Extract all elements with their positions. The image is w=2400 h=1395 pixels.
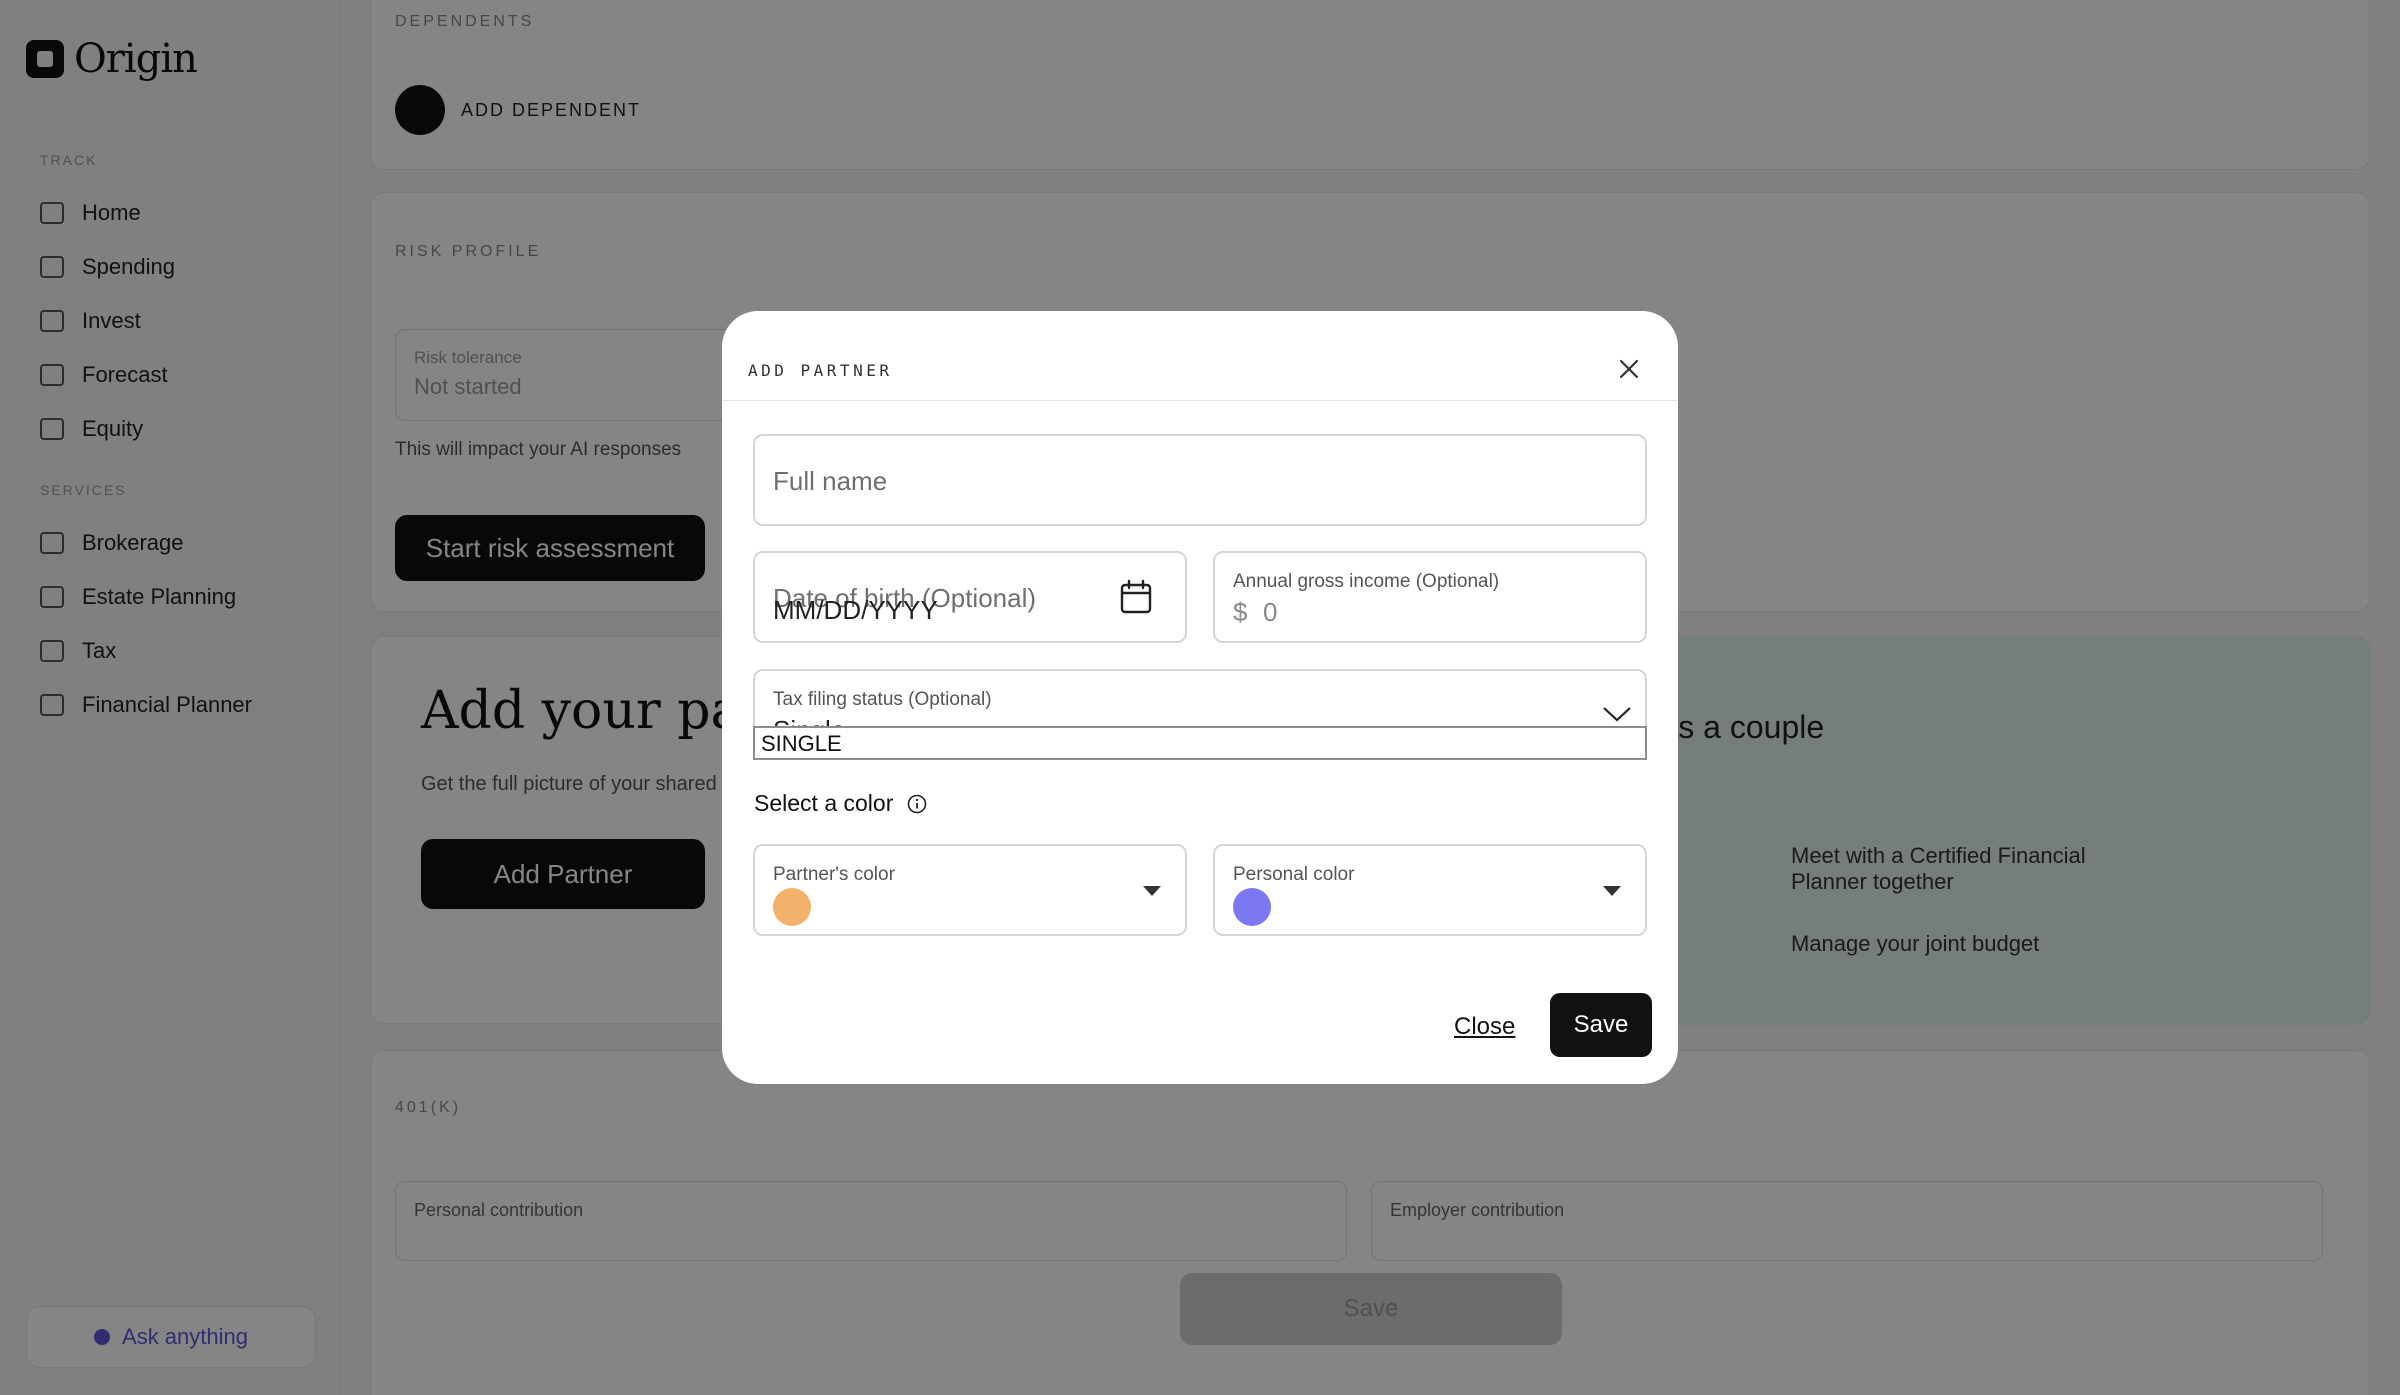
partner-color-label: Partner's color: [773, 864, 895, 885]
full-name-placeholder: Full name: [773, 466, 888, 496]
date-of-birth-field[interactable]: Date of birth (Optional) MM/DD/YYYY: [753, 551, 1187, 643]
personal-color-label: Personal color: [1233, 864, 1355, 885]
tax-filing-status-label: Tax filing status (Optional): [773, 689, 992, 710]
personal-color-select[interactable]: Personal color: [1213, 844, 1647, 936]
info-icon[interactable]: [907, 794, 927, 814]
partner-color-swatch: [773, 888, 811, 926]
currency-symbol: $: [1233, 597, 1248, 627]
date-of-birth-format: MM/DD/YYYY: [773, 595, 938, 625]
annual-income-value: 0: [1263, 597, 1278, 627]
caret-down-icon[interactable]: [1603, 886, 1621, 896]
full-name-field[interactable]: Full name: [753, 434, 1647, 526]
annual-income-field[interactable]: Annual gross income (Optional) $ 0: [1213, 551, 1647, 643]
close-icon[interactable]: [1614, 354, 1644, 384]
tax-filing-status-select[interactable]: SINGLE: [753, 726, 1647, 760]
add-partner-dialog: ADD PARTNER Full name Date of birth (Opt…: [722, 311, 1678, 1084]
personal-color-swatch: [1233, 888, 1271, 926]
annual-income-label: Annual gross income (Optional): [1233, 571, 1500, 592]
chevron-down-icon[interactable]: [1602, 705, 1632, 723]
caret-down-icon[interactable]: [1143, 886, 1161, 896]
select-color-label: Select a color: [754, 790, 894, 816]
save-button[interactable]: Save: [1550, 993, 1652, 1057]
partner-color-select[interactable]: Partner's color: [753, 844, 1187, 936]
close-link[interactable]: Close: [1454, 1013, 1515, 1041]
dialog-title: ADD PARTNER: [748, 361, 893, 380]
select-color-heading: Select a color: [754, 790, 927, 817]
dialog-header: ADD PARTNER: [722, 311, 1678, 401]
calendar-icon[interactable]: [1119, 579, 1153, 615]
